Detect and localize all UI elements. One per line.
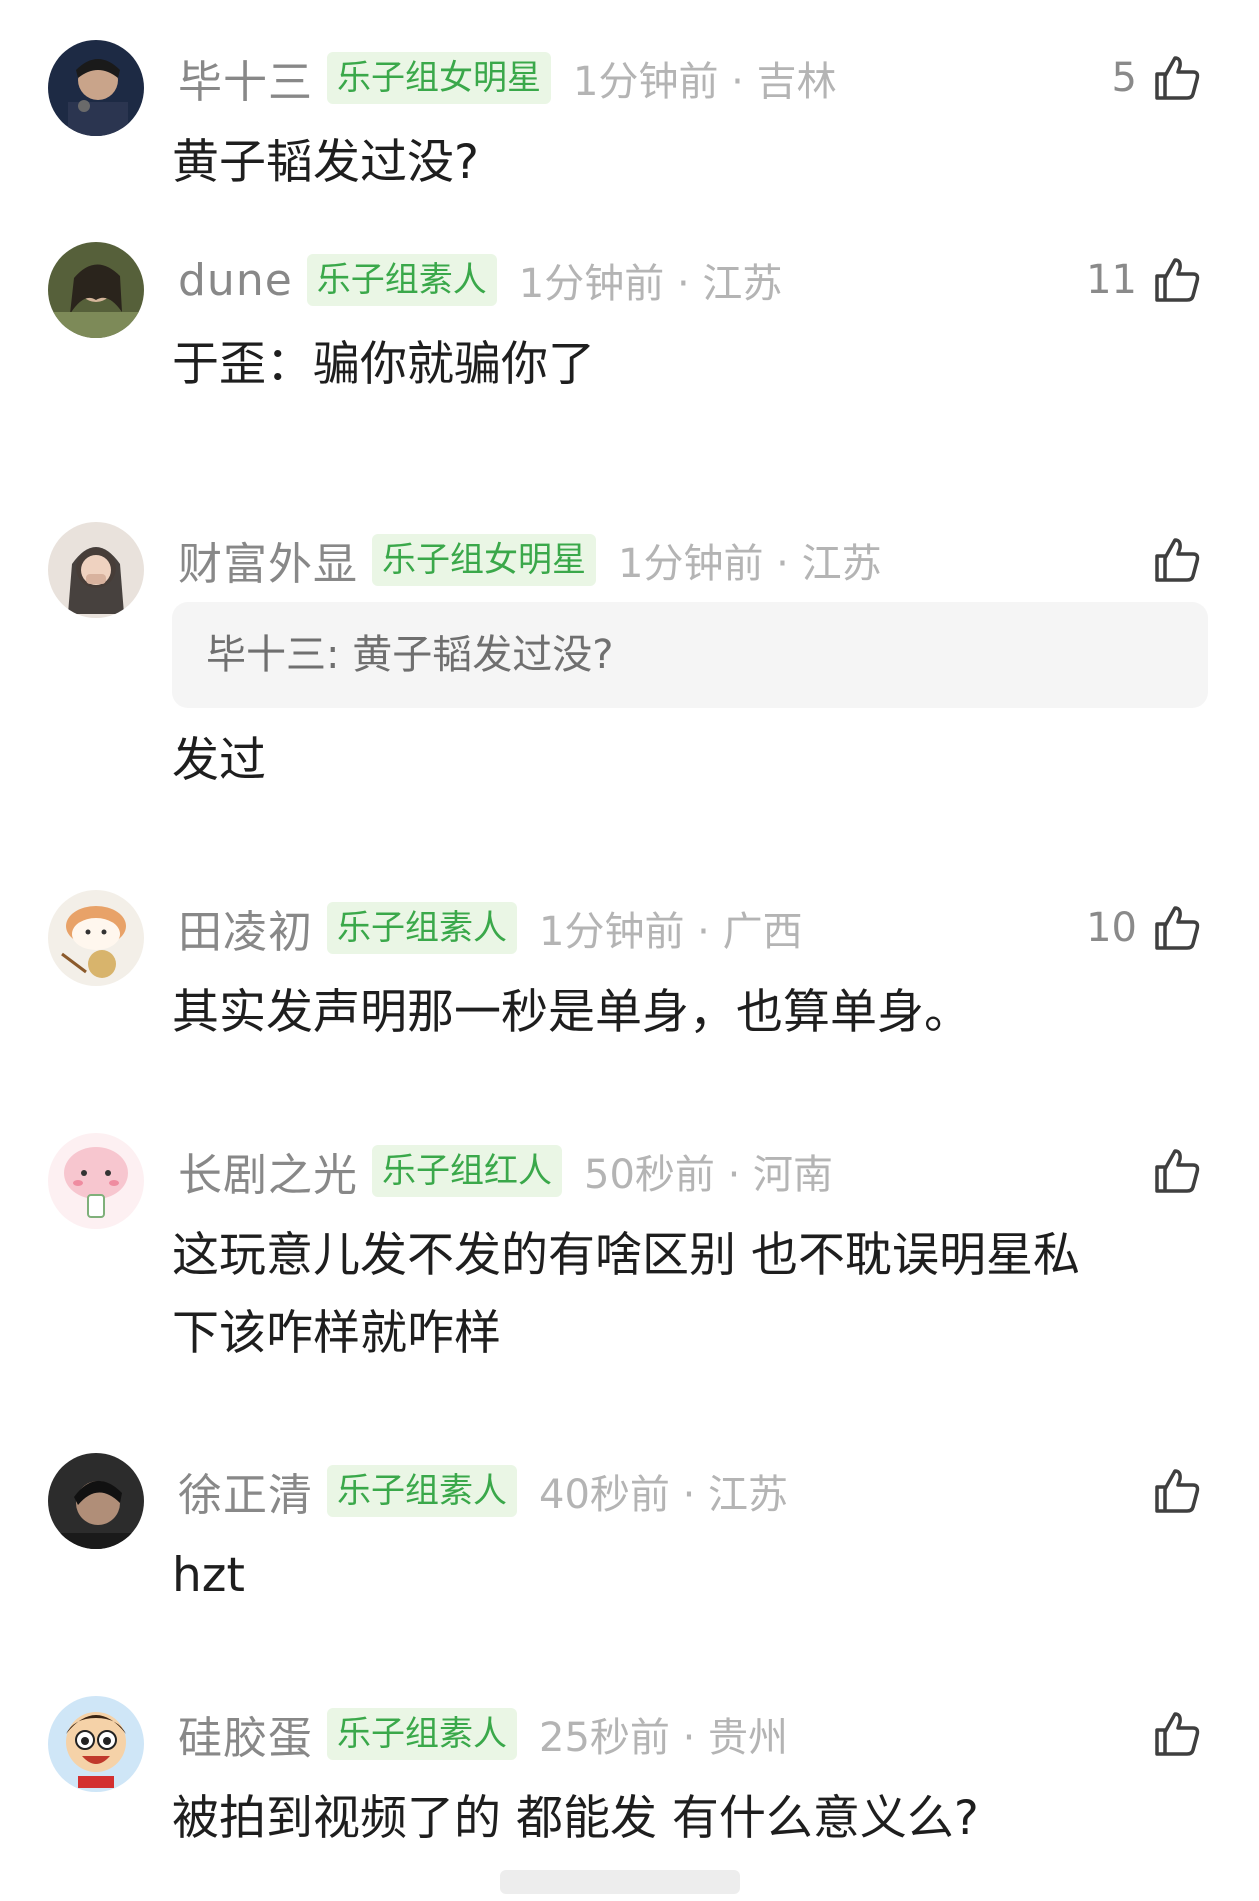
comment-text: 发过 <box>172 733 266 788</box>
comment-header: dune 乐子组素人 1分钟前 · 江苏 <box>178 252 782 308</box>
username[interactable]: 徐正清 <box>178 1459 313 1523</box>
like-count: 10 <box>1086 905 1137 951</box>
comment-header: 硅胶蛋 乐子组素人 25秒前 · 贵州 <box>178 1706 789 1764</box>
user-badge: 乐子组素人 <box>327 1465 517 1517</box>
user-badge: 乐子组红人 <box>372 1145 562 1197</box>
user-badge: 乐子组素人 <box>327 1708 517 1760</box>
thumbs-up-icon <box>1155 1712 1200 1756</box>
comment-header: 长剧之光 乐子组红人 50秒前 · 河南 <box>178 1143 834 1201</box>
comment-header: 徐正清 乐子组素人 40秒前 · 江苏 <box>178 1463 789 1521</box>
comment-meta: 25秒前 · 贵州 <box>539 1715 789 1761</box>
comment-text: 被拍到视频了的 都能发 有什么意义么? <box>172 1791 979 1846</box>
thumbs-up-icon <box>1155 1469 1200 1513</box>
comment-header: 财富外显 乐子组女明星 1分钟前 · 江苏 <box>178 532 882 590</box>
comment-text: 其实发声明那一秒是单身，也算单身。 <box>172 985 971 1040</box>
username[interactable]: 长剧之光 <box>178 1139 358 1203</box>
like-button[interactable] <box>1151 1143 1203 1199</box>
avatar[interactable] <box>48 1696 144 1792</box>
avatar[interactable] <box>48 890 144 986</box>
like-button[interactable]: 11 <box>1086 252 1203 308</box>
comment-text-line: 下该咋样就咋样 <box>172 1306 501 1361</box>
comment-text: 黄子韬发过没? <box>172 135 479 190</box>
comment-meta: 1分钟前 · 吉林 <box>573 59 837 105</box>
user-badge: 乐子组素人 <box>327 902 517 954</box>
comment-header: 田凌初 乐子组素人 1分钟前 · 广西 <box>178 900 803 958</box>
comment-text-line: 这玩意儿发不发的有啥区别 也不耽误明星私 <box>172 1228 1080 1283</box>
thumbs-up-icon <box>1155 906 1200 950</box>
avatar[interactable] <box>48 1453 144 1549</box>
thumbs-up-icon <box>1155 56 1200 100</box>
comment-text: 这玩意儿发不发的有啥区别 也不耽误明星私 下该咋样就咋样 <box>172 1217 1202 1373</box>
comment-meta: 1分钟前 · 广西 <box>539 909 803 955</box>
avatar[interactable] <box>48 1133 144 1229</box>
username[interactable]: 田凌初 <box>178 896 313 960</box>
user-badge: 乐子组女明星 <box>372 534 596 586</box>
avatar[interactable] <box>48 40 144 136</box>
thumbs-up-icon <box>1155 258 1200 302</box>
like-button[interactable] <box>1151 532 1203 588</box>
comment-text: 于歪：骗你就骗你了 <box>172 337 595 392</box>
avatar[interactable] <box>48 522 144 618</box>
quoted-reply[interactable]: 毕十三: 黄子韬发过没? <box>172 602 1208 708</box>
username[interactable]: 硅胶蛋 <box>178 1702 313 1766</box>
comment-meta: 40秒前 · 江苏 <box>539 1472 789 1518</box>
avatar[interactable] <box>48 242 144 338</box>
like-button[interactable]: 5 <box>1112 50 1203 106</box>
like-button[interactable] <box>1151 1706 1203 1762</box>
thumbs-up-icon <box>1155 538 1200 582</box>
like-count: 11 <box>1086 257 1137 303</box>
username[interactable]: dune <box>178 255 293 306</box>
like-button[interactable] <box>1151 1463 1203 1519</box>
like-count: 5 <box>1111 55 1137 101</box>
comment-text: hzt <box>172 1548 245 1603</box>
username[interactable]: 毕十三 <box>178 46 313 110</box>
thumbs-up-icon <box>1155 1149 1200 1193</box>
comment-header: 毕十三 乐子组女明星 1分钟前 · 吉林 <box>178 50 837 108</box>
comment-meta: 1分钟前 · 江苏 <box>618 541 882 587</box>
comment-meta: 50秒前 · 河南 <box>584 1152 834 1198</box>
username[interactable]: 财富外显 <box>178 528 358 592</box>
like-button[interactable]: 10 <box>1086 900 1203 956</box>
user-badge: 乐子组女明星 <box>327 52 551 104</box>
user-badge: 乐子组素人 <box>306 254 497 306</box>
comment-meta: 1分钟前 · 江苏 <box>518 261 783 307</box>
watermark-bar <box>500 1870 740 1894</box>
